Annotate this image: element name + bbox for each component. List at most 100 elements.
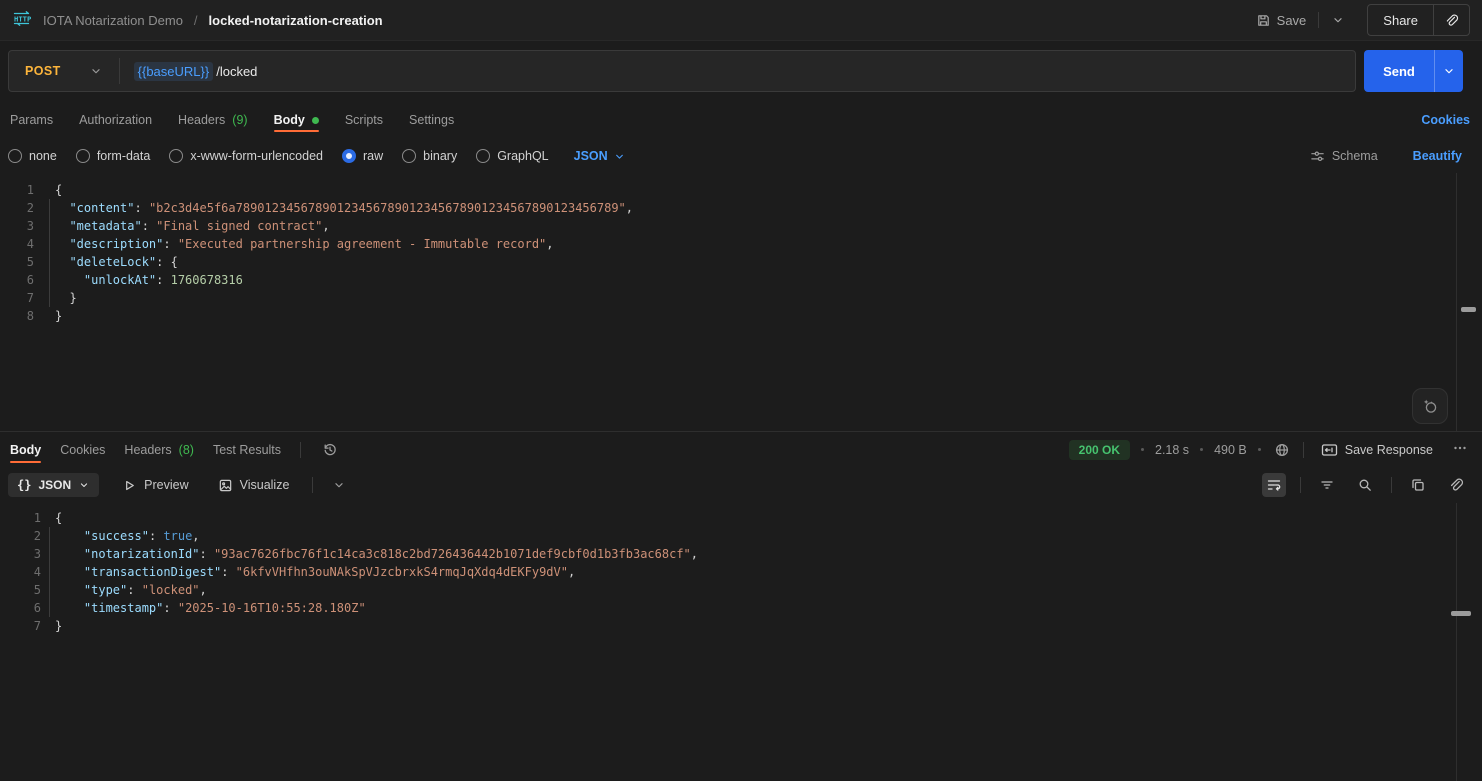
share-button[interactable]: Share [1368,5,1433,35]
save-dropdown-button[interactable] [1329,9,1347,31]
response-tab-headers[interactable]: Headers (8) [124,432,194,467]
scrollbar-thumb[interactable] [1451,611,1471,616]
save-response-label: Save Response [1345,443,1433,457]
save-button[interactable]: Save [1254,9,1309,32]
code-content: "timestamp": "2025-10-16T10:55:28.180Z" [41,599,366,617]
status-badge[interactable]: 200 OK [1069,440,1130,460]
request-body-editor[interactable]: 1{2 "content": "b2c3d4e5f6a7890123456789… [0,173,1482,431]
search-button[interactable] [1353,473,1377,497]
radio-label: raw [363,149,383,163]
url-variable-chip[interactable]: {{baseURL}} [134,62,214,81]
chevron-down-icon [1331,13,1345,27]
language-label: JSON [574,149,608,163]
code-content: } [34,307,62,325]
tab-params[interactable]: Params [10,101,53,139]
tab-label: Body [274,113,305,127]
response-body-editor[interactable]: 1{2 "success": true,3 "notarizationId": … [0,503,1482,781]
radio-circle [8,149,22,163]
copy-link-button[interactable] [1434,5,1469,35]
radio-raw[interactable]: raw [342,149,383,163]
radio-binary[interactable]: binary [402,149,457,163]
send-button-group: Send [1364,50,1463,92]
radio-graphql[interactable]: GraphQL [476,149,548,163]
response-tab-body[interactable]: Body [10,432,41,467]
code-line: 2 "content": "b2c3d4e5f6a789012345678901… [0,199,1482,217]
copy-icon [1410,477,1426,493]
tab-scripts[interactable]: Scripts [345,101,383,139]
save-response-button[interactable]: Save Response [1315,442,1439,458]
request-editor-scrollbar[interactable] [1456,173,1482,431]
response-time[interactable]: 2.18 s [1155,443,1189,457]
beautify-button[interactable]: Beautify [1407,148,1468,164]
send-button[interactable]: Send [1364,50,1434,92]
svg-text:HTTP: HTTP [14,15,32,24]
tab-label: Settings [409,113,454,127]
chevron-down-icon [613,150,626,163]
dot-separator [1200,448,1203,451]
line-number: 4 [0,563,41,581]
search-icon [1357,477,1373,493]
format-options-button[interactable] [330,476,348,494]
line-number: 7 [0,289,34,307]
code-content: "content": "b2c3d4e5f6a78901234567890123… [34,199,633,217]
request-tabs: Params Authorization Headers (9) Body Sc… [0,101,1482,139]
response-history-button[interactable] [320,440,340,460]
link-button[interactable] [1444,473,1468,497]
tab-body[interactable]: Body [274,101,319,139]
method-label: POST [25,64,61,78]
copy-button[interactable] [1406,473,1430,497]
tab-label: Headers [124,443,171,457]
scrollbar-thumb[interactable] [1461,307,1476,312]
response-editor-scrollbar[interactable] [1456,503,1482,781]
visualize-button[interactable]: Visualize [212,477,296,494]
wrap-text-button[interactable] [1262,473,1286,497]
response-size[interactable]: 490 B [1214,443,1247,457]
code-content: "unlockAt": 1760678316 [34,271,243,289]
network-info-button[interactable] [1272,440,1292,460]
cookies-link[interactable]: Cookies [1421,113,1470,127]
image-icon [218,478,233,493]
filter-button[interactable] [1315,473,1339,497]
schema-button[interactable]: Schema [1304,148,1384,165]
radio-x-www-form-urlencoded[interactable]: x-www-form-urlencoded [169,149,323,163]
tab-label: Scripts [345,113,383,127]
radio-none[interactable]: none [8,149,57,163]
request-code[interactable]: 1{2 "content": "b2c3d4e5f6a7890123456789… [0,181,1482,325]
line-number: 7 [0,617,41,635]
response-code[interactable]: 1{2 "success": true,3 "notarizationId": … [0,509,1482,635]
code-line: 8} [0,307,1482,325]
code-line: 6 "unlockAt": 1760678316 [0,271,1482,289]
breadcrumb-collection[interactable]: IOTA Notarization Demo [43,13,183,28]
more-actions-button[interactable] [1450,438,1470,461]
code-content: } [41,617,62,635]
code-line: 4 "transactionDigest": "6kfvVHfhn3ouNAkS… [0,563,1482,581]
tab-label: Params [10,113,53,127]
code-content: "metadata": "Final signed contract", [34,217,330,235]
response-tab-cookies[interactable]: Cookies [60,432,105,467]
visualize-label: Visualize [240,478,290,492]
divider [119,58,120,84]
tab-settings[interactable]: Settings [409,101,454,139]
postbot-button[interactable] [1412,388,1448,424]
code-line: 3 "notarizationId": "93ac7626fbc76f1c14c… [0,545,1482,563]
method-selector[interactable]: POST [9,51,119,91]
line-number: 2 [0,199,34,217]
tab-authorization[interactable]: Authorization [79,101,152,139]
topbar-actions: Save Share [1254,4,1470,36]
response-tab-test-results[interactable]: Test Results [213,432,281,467]
sliders-icon [1310,149,1325,164]
breadcrumb-request-name[interactable]: locked-notarization-creation [209,13,383,28]
code-content: { [41,509,62,527]
chevron-down-icon [1442,64,1456,78]
response-format-selector[interactable]: {} JSON [8,473,99,497]
radio-form-data[interactable]: form-data [76,149,151,163]
chevron-down-icon [78,479,90,491]
tab-headers[interactable]: Headers (9) [178,101,248,139]
radio-label: x-www-form-urlencoded [190,149,323,163]
send-options-button[interactable] [1434,50,1463,92]
url-input[interactable]: {{baseURL}} /locked [134,51,1355,91]
code-content: "type": "locked", [41,581,207,599]
language-selector[interactable]: JSON [568,148,632,164]
tab-label: Test Results [213,443,281,457]
preview-button[interactable]: Preview [116,477,194,494]
